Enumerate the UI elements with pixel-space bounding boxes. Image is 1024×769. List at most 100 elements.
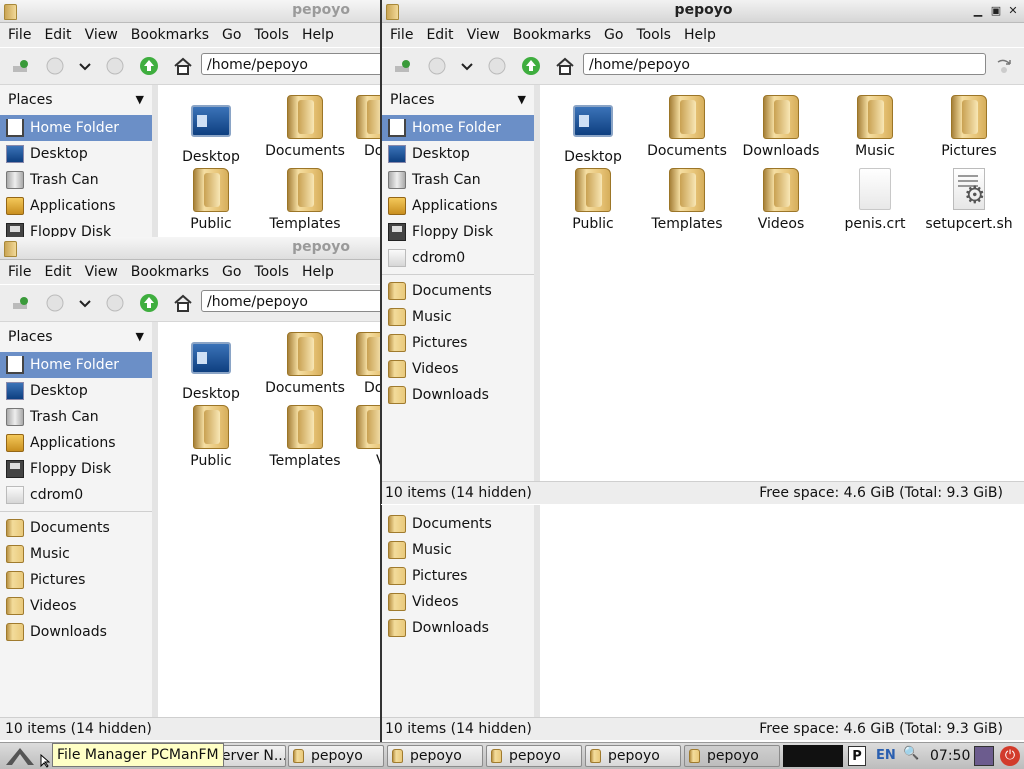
title-bar[interactable]: pepoyo <box>0 0 380 23</box>
close-button[interactable]: ✕ <box>1006 4 1020 18</box>
menu-go[interactable]: Go <box>214 260 241 280</box>
home-icon[interactable] <box>173 293 193 313</box>
up-icon[interactable] <box>139 293 159 313</box>
location-bar[interactable]: /home/pepoyo <box>583 53 986 75</box>
menu-tools[interactable]: Tools <box>246 23 289 43</box>
title-bar[interactable]: pepoyo ▁ ▣ ✕ <box>382 0 1024 23</box>
places-selector[interactable]: Places ▼ <box>382 85 534 115</box>
taskbar-task-pepoyo-4[interactable]: pepoyo <box>585 745 681 767</box>
menu-go[interactable]: Go <box>214 23 241 43</box>
menu-bookmarks[interactable]: Bookmarks <box>123 260 209 280</box>
file-item-desktop[interactable]: Desktop <box>164 99 258 165</box>
file-item-public[interactable]: Public <box>164 166 258 232</box>
file-item-setupcert-sh[interactable]: setupcert.sh <box>922 166 1016 232</box>
sidebar-item-cdrom[interactable]: cdrom0 <box>382 245 534 271</box>
sidebar-item-home-folder[interactable]: Home Folder <box>0 115 152 141</box>
file-item-public[interactable]: Public <box>164 403 258 469</box>
file-item-downloads-partial[interactable]: Do <box>352 330 380 396</box>
menu-bookmarks[interactable]: Bookmarks <box>505 23 591 43</box>
menu-help[interactable]: Help <box>294 260 334 280</box>
history-dropdown-icon[interactable] <box>75 293 95 313</box>
bookmark-downloads[interactable]: Downloads <box>0 619 152 645</box>
new-tab-icon[interactable] <box>10 293 30 313</box>
maximize-button[interactable]: ▣ <box>989 4 1003 18</box>
location-bar[interactable]: /home/pepoyo <box>201 53 380 75</box>
bookmark-videos[interactable]: Videos <box>0 593 152 619</box>
history-dropdown-icon[interactable] <box>75 56 95 76</box>
menu-help[interactable]: Help <box>676 23 716 43</box>
sidebar-item-desktop[interactable]: Desktop <box>382 141 534 167</box>
sidebar-item-floppy-disk[interactable]: Floppy Disk <box>382 219 534 245</box>
home-icon[interactable] <box>555 56 575 76</box>
menu-file[interactable]: File <box>382 23 413 43</box>
up-icon[interactable] <box>139 56 159 76</box>
back-icon[interactable] <box>45 293 65 313</box>
file-item-downloads[interactable]: Downloads <box>734 93 828 159</box>
menu-file[interactable]: File <box>0 260 31 280</box>
start-menu-icon[interactable] <box>4 745 36 767</box>
history-dropdown-icon[interactable] <box>457 56 477 76</box>
file-item-documents[interactable]: Documents <box>258 93 352 159</box>
file-item-desktop[interactable]: Desktop <box>546 99 640 165</box>
minimize-button[interactable]: ▁ <box>971 4 985 18</box>
sidebar-item-desktop[interactable]: Desktop <box>0 378 152 404</box>
menu-edit[interactable]: Edit <box>36 23 71 43</box>
forward-icon[interactable] <box>487 56 507 76</box>
bookmark-documents[interactable]: Documents <box>382 511 534 537</box>
bookmark-pictures[interactable]: Pictures <box>382 330 534 356</box>
sidebar-item-desktop[interactable]: Desktop <box>0 141 152 167</box>
places-selector[interactable]: Places ▼ <box>0 85 152 115</box>
file-item-documents[interactable]: Documents <box>258 330 352 396</box>
taskbar-task-pepoyo-5[interactable]: pepoyo <box>684 745 780 767</box>
title-bar[interactable]: pepoyo <box>0 237 380 260</box>
sidebar-item-home-folder[interactable]: Home Folder <box>382 115 534 141</box>
bookmark-music[interactable]: Music <box>0 541 152 567</box>
taskbar-task-pepoyo-1[interactable]: pepoyo <box>288 745 384 767</box>
menu-file[interactable]: File <box>0 23 31 43</box>
menu-view[interactable]: View <box>77 23 118 43</box>
sidebar-item-trash-can[interactable]: Trash Can <box>382 167 534 193</box>
sidebar-item-home-folder[interactable]: Home Folder <box>0 352 152 378</box>
sidebar-item-trash-can[interactable]: Trash Can <box>0 167 152 193</box>
forward-icon[interactable] <box>105 293 125 313</box>
bookmark-downloads[interactable]: Downloads <box>382 615 534 641</box>
language-indicator[interactable]: EN <box>876 748 896 763</box>
menu-view[interactable]: View <box>459 23 500 43</box>
menu-tools[interactable]: Tools <box>628 23 671 43</box>
clock[interactable]: 07:50 <box>930 748 970 764</box>
file-item-penis-crt[interactable]: penis.crt <box>828 166 922 232</box>
power-icon[interactable]: ⏻ <box>1000 746 1020 766</box>
file-item-music[interactable]: Music <box>828 93 922 159</box>
menu-edit[interactable]: Edit <box>36 260 71 280</box>
menu-tools[interactable]: Tools <box>246 260 289 280</box>
back-icon[interactable] <box>427 56 447 76</box>
bookmark-videos[interactable]: Videos <box>382 589 534 615</box>
new-tab-icon[interactable] <box>392 56 412 76</box>
sidebar-item-applications[interactable]: Applications <box>0 193 152 219</box>
go-icon[interactable] <box>994 56 1014 76</box>
sidebar-item-floppy-disk[interactable]: Floppy Disk <box>0 219 152 237</box>
taskbar-task-pepoyo-3[interactable]: pepoyo <box>486 745 582 767</box>
bookmark-videos[interactable]: Videos <box>382 356 534 382</box>
sidebar-item-floppy-disk[interactable]: Floppy Disk <box>0 456 152 482</box>
home-icon[interactable] <box>173 56 193 76</box>
forward-icon[interactable] <box>105 56 125 76</box>
search-icon[interactable]: 🔍 <box>903 746 923 766</box>
clipboard-icon[interactable]: P <box>848 746 866 766</box>
menu-edit[interactable]: Edit <box>418 23 453 43</box>
file-item-downloads-partial[interactable]: Do <box>352 93 380 159</box>
menu-bookmarks[interactable]: Bookmarks <box>123 23 209 43</box>
bookmark-pictures[interactable]: Pictures <box>382 563 534 589</box>
location-bar[interactable]: /home/pepoyo <box>201 290 380 312</box>
file-item-desktop[interactable]: Desktop <box>164 336 258 402</box>
bookmark-documents[interactable]: Documents <box>382 278 534 304</box>
file-item-videos[interactable]: Videos <box>734 166 828 232</box>
bookmark-pictures[interactable]: Pictures <box>0 567 152 593</box>
menu-view[interactable]: View <box>77 260 118 280</box>
file-item-pictures[interactable]: Pictures <box>922 93 1016 159</box>
bookmark-documents[interactable]: Documents <box>0 515 152 541</box>
sidebar-item-cdrom[interactable]: cdrom0 <box>0 482 152 508</box>
bookmark-music[interactable]: Music <box>382 537 534 563</box>
taskbar-task-pepoyo-2[interactable]: pepoyo <box>387 745 483 767</box>
places-selector[interactable]: Places ▼ <box>0 322 152 352</box>
